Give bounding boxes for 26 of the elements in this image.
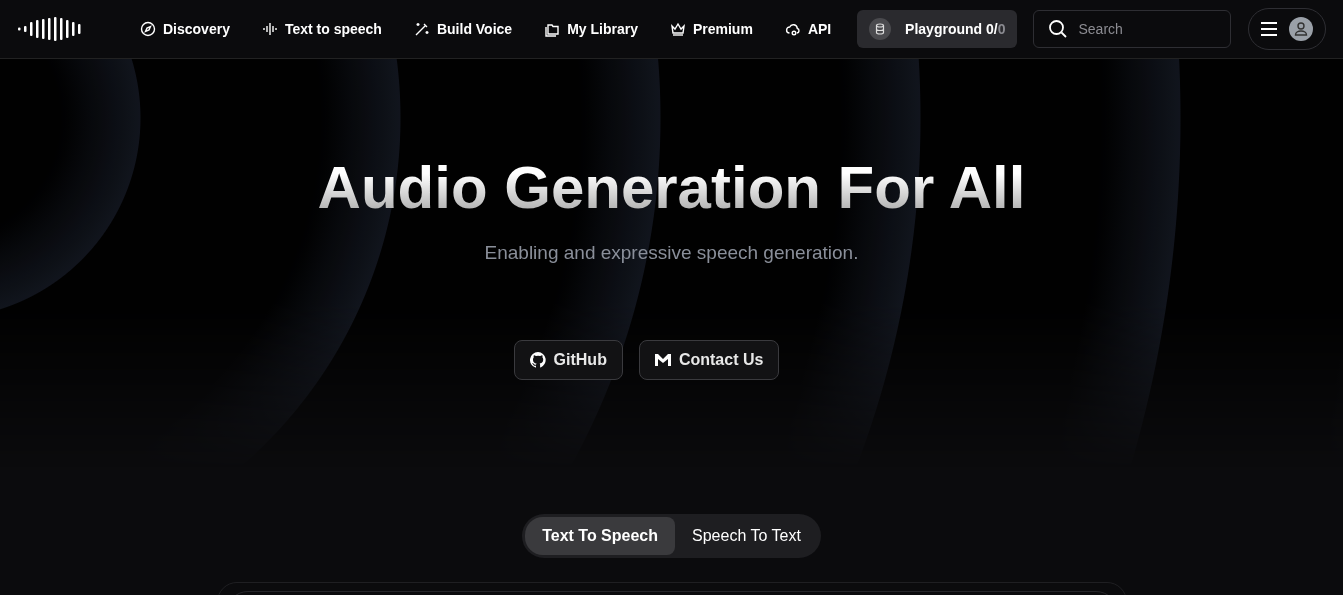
crown-icon	[669, 21, 686, 37]
avatar-icon	[1289, 17, 1314, 41]
github-button[interactable]: GitHub	[513, 340, 623, 380]
nav-link[interactable]: Premium	[651, 21, 767, 37]
folders-icon	[544, 21, 561, 37]
search-field[interactable]: Search	[1033, 10, 1232, 48]
database-icon	[869, 18, 892, 40]
magic-wand-icon	[413, 21, 430, 37]
github-icon	[529, 352, 546, 368]
cloud-icon	[784, 21, 801, 37]
hero-subtitle: Enabling and expressive speech generation.	[484, 242, 859, 264]
waveform-icon	[261, 21, 278, 37]
search-icon	[1048, 19, 1069, 39]
menu-icon	[1261, 22, 1278, 36]
playground-button[interactable]: Playground 0/0	[857, 10, 1018, 48]
mode-tab[interactable]: Text To Speech	[525, 517, 675, 555]
mode-tab[interactable]: Speech To Text	[675, 517, 818, 555]
mail-icon	[654, 354, 671, 366]
contact-button[interactable]: Contact Us	[638, 340, 780, 380]
nav-link[interactable]: API	[766, 21, 846, 37]
compass-icon	[140, 21, 156, 37]
nav-link[interactable]: My Library	[526, 21, 652, 37]
nav-link[interactable]: Text to speech	[243, 21, 396, 37]
nav-link[interactable]: Discovery	[122, 21, 244, 37]
waveform-logo-icon	[18, 17, 84, 41]
nav-link[interactable]: Build Voice	[395, 21, 527, 37]
